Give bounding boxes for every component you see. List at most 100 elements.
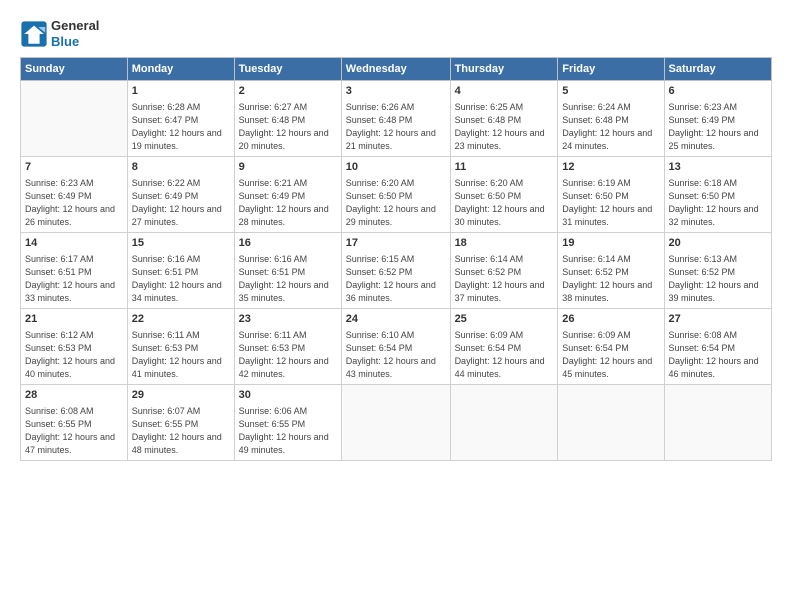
day-number: 10	[346, 160, 446, 175]
calendar-cell: 8 Sunrise: 6:22 AMSunset: 6:49 PMDaylight…	[127, 157, 234, 233]
day-info: Sunrise: 6:08 AMSunset: 6:55 PMDaylight:…	[25, 405, 123, 457]
day-number: 13	[669, 160, 767, 175]
week-row-5: 28 Sunrise: 6:08 AMSunset: 6:55 PMDayligh…	[21, 385, 772, 461]
day-info: Sunrise: 6:14 AMSunset: 6:52 PMDaylight:…	[562, 253, 659, 305]
calendar-cell: 6Sunrise: 6:23 AMSunset: 6:49 PMDaylight…	[664, 81, 771, 157]
calendar-cell: 25 Sunrise: 6:09 AMSunset: 6:54 PMDayligh…	[450, 309, 558, 385]
day-number: 2	[239, 84, 337, 99]
weekday-header-sunday: Sunday	[21, 58, 128, 81]
day-info: Sunrise: 6:06 AMSunset: 6:55 PMDaylight:…	[239, 405, 337, 457]
weekday-header-row: SundayMondayTuesdayWednesdayThursdayFrid…	[21, 58, 772, 81]
week-row-4: 21 Sunrise: 6:12 AMSunset: 6:53 PMDayligh…	[21, 309, 772, 385]
calendar-cell: 12 Sunrise: 6:19 AMSunset: 6:50 PMDayligh…	[558, 157, 664, 233]
calendar-cell: 17Sunrise: 6:15 AMSunset: 6:52 PMDayligh…	[341, 233, 450, 309]
calendar-cell	[664, 385, 771, 461]
calendar-cell: 24 Sunrise: 6:10 AMSunset: 6:54 PMDayligh…	[341, 309, 450, 385]
day-info: Sunrise: 6:28 AMSunset: 6:47 PMDaylight:…	[132, 101, 230, 153]
calendar-cell: 13 Sunrise: 6:18 AMSunset: 6:50 PMDayligh…	[664, 157, 771, 233]
day-info: Sunrise: 6:21 AMSunset: 6:49 PMDaylight:…	[239, 177, 337, 229]
day-info: Sunrise: 6:10 AMSunset: 6:54 PMDaylight:…	[346, 329, 446, 381]
day-info: Sunrise: 6:22 AMSunset: 6:49 PMDaylight:…	[132, 177, 230, 229]
calendar-cell: 18 Sunrise: 6:14 AMSunset: 6:52 PMDayligh…	[450, 233, 558, 309]
calendar-cell: 7 Sunrise: 6:23 AMSunset: 6:49 PMDaylight…	[21, 157, 128, 233]
calendar-cell: 29 Sunrise: 6:07 AMSunset: 6:55 PMDayligh…	[127, 385, 234, 461]
calendar-cell: 2 Sunrise: 6:27 AMSunset: 6:48 PMDaylight…	[234, 81, 341, 157]
day-info: Sunrise: 6:15 AMSunset: 6:52 PMDaylight:…	[346, 253, 446, 305]
day-info: Sunrise: 6:17 AMSunset: 6:51 PMDaylight:…	[25, 253, 123, 305]
calendar-cell: 21 Sunrise: 6:12 AMSunset: 6:53 PMDayligh…	[21, 309, 128, 385]
day-info: Sunrise: 6:07 AMSunset: 6:55 PMDaylight:…	[132, 405, 230, 457]
logo-line1: GeneralBlue	[51, 18, 99, 49]
calendar-cell	[558, 385, 664, 461]
day-number: 15	[132, 236, 230, 251]
calendar: SundayMondayTuesdayWednesdayThursdayFrid…	[20, 57, 772, 461]
calendar-cell: 20Sunrise: 6:13 AMSunset: 6:52 PMDayligh…	[664, 233, 771, 309]
week-row-3: 14 Sunrise: 6:17 AMSunset: 6:51 PMDayligh…	[21, 233, 772, 309]
calendar-cell: 30Sunrise: 6:06 AMSunset: 6:55 PMDayligh…	[234, 385, 341, 461]
calendar-cell: 10 Sunrise: 6:20 AMSunset: 6:50 PMDayligh…	[341, 157, 450, 233]
day-number: 24	[346, 312, 446, 327]
weekday-header-monday: Monday	[127, 58, 234, 81]
day-info: Sunrise: 6:11 AMSunset: 6:53 PMDaylight:…	[239, 329, 337, 381]
calendar-cell: 23 Sunrise: 6:11 AMSunset: 6:53 PMDayligh…	[234, 309, 341, 385]
day-number: 9	[239, 160, 337, 175]
day-number: 5	[562, 84, 659, 99]
day-info: Sunrise: 6:20 AMSunset: 6:50 PMDaylight:…	[346, 177, 446, 229]
day-number: 20	[669, 236, 767, 251]
calendar-cell	[21, 81, 128, 157]
week-row-1: 1Sunrise: 6:28 AMSunset: 6:47 PMDaylight…	[21, 81, 772, 157]
logo: GeneralBlue	[20, 18, 99, 49]
day-number: 23	[239, 312, 337, 327]
day-info: Sunrise: 6:25 AMSunset: 6:48 PMDaylight:…	[455, 101, 554, 153]
day-info: Sunrise: 6:09 AMSunset: 6:54 PMDaylight:…	[455, 329, 554, 381]
day-info: Sunrise: 6:09 AMSunset: 6:54 PMDaylight:…	[562, 329, 659, 381]
weekday-header-thursday: Thursday	[450, 58, 558, 81]
calendar-cell: 1Sunrise: 6:28 AMSunset: 6:47 PMDaylight…	[127, 81, 234, 157]
day-number: 28	[25, 388, 123, 403]
calendar-cell: 19Sunrise: 6:14 AMSunset: 6:52 PMDayligh…	[558, 233, 664, 309]
calendar-cell: 28 Sunrise: 6:08 AMSunset: 6:55 PMDayligh…	[21, 385, 128, 461]
day-number: 18	[455, 236, 554, 251]
day-number: 7	[25, 160, 123, 175]
day-info: Sunrise: 6:08 AMSunset: 6:54 PMDaylight:…	[669, 329, 767, 381]
day-info: Sunrise: 6:20 AMSunset: 6:50 PMDaylight:…	[455, 177, 554, 229]
weekday-header-wednesday: Wednesday	[341, 58, 450, 81]
day-number: 26	[562, 312, 659, 327]
day-info: Sunrise: 6:16 AMSunset: 6:51 PMDaylight:…	[132, 253, 230, 305]
calendar-cell: 4 Sunrise: 6:25 AMSunset: 6:48 PMDaylight…	[450, 81, 558, 157]
weekday-header-friday: Friday	[558, 58, 664, 81]
weekday-header-tuesday: Tuesday	[234, 58, 341, 81]
calendar-cell: 22Sunrise: 6:11 AMSunset: 6:53 PMDayligh…	[127, 309, 234, 385]
day-number: 14	[25, 236, 123, 251]
logo-line2: Blue	[51, 34, 79, 49]
calendar-cell: 5Sunrise: 6:24 AMSunset: 6:48 PMDaylight…	[558, 81, 664, 157]
logo-text: GeneralBlue	[51, 18, 99, 49]
day-info: Sunrise: 6:16 AMSunset: 6:51 PMDaylight:…	[239, 253, 337, 305]
calendar-cell: 11 Sunrise: 6:20 AMSunset: 6:50 PMDayligh…	[450, 157, 558, 233]
day-number: 8	[132, 160, 230, 175]
day-info: Sunrise: 6:26 AMSunset: 6:48 PMDaylight:…	[346, 101, 446, 153]
calendar-cell	[341, 385, 450, 461]
day-number: 29	[132, 388, 230, 403]
day-info: Sunrise: 6:12 AMSunset: 6:53 PMDaylight:…	[25, 329, 123, 381]
weekday-header-saturday: Saturday	[664, 58, 771, 81]
logo-icon	[20, 20, 48, 48]
day-number: 12	[562, 160, 659, 175]
day-info: Sunrise: 6:18 AMSunset: 6:50 PMDaylight:…	[669, 177, 767, 229]
day-number: 25	[455, 312, 554, 327]
calendar-cell: 14 Sunrise: 6:17 AMSunset: 6:51 PMDayligh…	[21, 233, 128, 309]
day-number: 3	[346, 84, 446, 99]
day-number: 11	[455, 160, 554, 175]
calendar-cell: 27 Sunrise: 6:08 AMSunset: 6:54 PMDayligh…	[664, 309, 771, 385]
day-info: Sunrise: 6:19 AMSunset: 6:50 PMDaylight:…	[562, 177, 659, 229]
day-info: Sunrise: 6:27 AMSunset: 6:48 PMDaylight:…	[239, 101, 337, 153]
day-info: Sunrise: 6:14 AMSunset: 6:52 PMDaylight:…	[455, 253, 554, 305]
day-number: 21	[25, 312, 123, 327]
day-info: Sunrise: 6:23 AMSunset: 6:49 PMDaylight:…	[25, 177, 123, 229]
day-number: 4	[455, 84, 554, 99]
page: GeneralBlue SundayMondayTuesdayWednesday…	[0, 0, 792, 471]
day-number: 27	[669, 312, 767, 327]
calendar-cell: 26 Sunrise: 6:09 AMSunset: 6:54 PMDayligh…	[558, 309, 664, 385]
calendar-cell: 15 Sunrise: 6:16 AMSunset: 6:51 PMDayligh…	[127, 233, 234, 309]
day-number: 16	[239, 236, 337, 251]
